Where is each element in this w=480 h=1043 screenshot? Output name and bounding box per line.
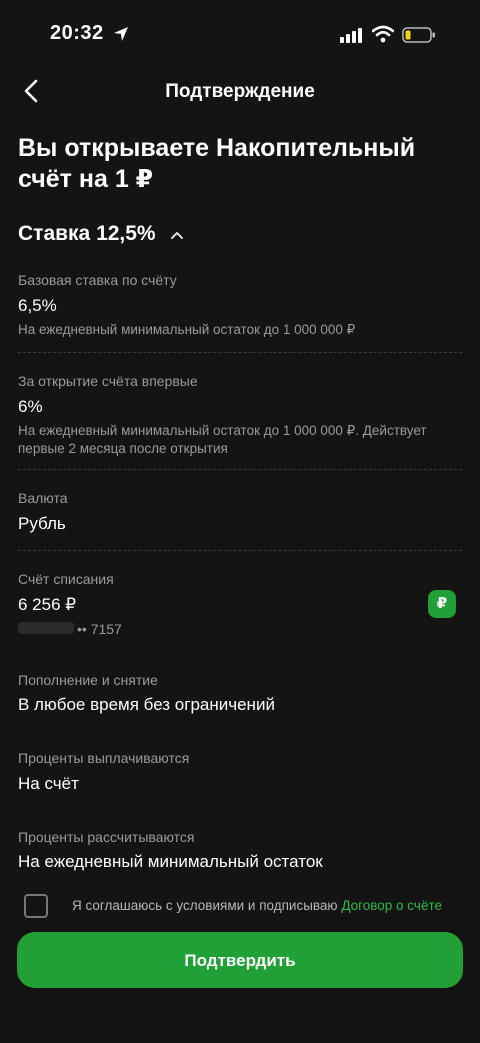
ruble-badge-icon: ₽: [428, 590, 456, 618]
rate-title[interactable]: Ставка 12,5%: [18, 222, 156, 246]
page-title: Подтверждение: [165, 81, 315, 102]
interest-paid-value: На счёт: [18, 774, 79, 793]
consent-label: Я соглашаюсь с условиями и подписываю: [72, 898, 338, 913]
currency-value: Рубль: [18, 514, 66, 533]
interest-calc-label: Проценты рассчитываются: [18, 829, 195, 845]
status-bar: 20:32: [0, 0, 480, 70]
confirm-button[interactable]: Подтвердить: [17, 932, 463, 988]
base-rate-label: Базовая ставка по счёту: [18, 272, 177, 288]
confirmation-heading: Вы открываете Накопительный счёт на 1 ₽: [18, 134, 416, 193]
battery-icon: [402, 27, 435, 43]
debit-account-label: Счёт списания: [18, 571, 114, 587]
first-open-value: 6%: [18, 397, 43, 416]
cellular-signal-icon: [340, 28, 362, 43]
currency-label: Валюта: [18, 490, 68, 506]
debit-account-amount[interactable]: 6 256 ₽: [18, 595, 76, 615]
topup-label: Пополнение и снятие: [18, 672, 158, 688]
interest-calc-value: На ежедневный минимальный остаток: [18, 852, 323, 871]
divider: [18, 352, 462, 353]
consent-checkbox[interactable]: [24, 894, 48, 918]
masked-card-number: [18, 622, 74, 634]
contract-link[interactable]: Договор о счёте: [341, 898, 442, 913]
topup-value: В любое время без ограничений: [18, 695, 275, 714]
base-rate-value: 6,5%: [18, 296, 57, 315]
first-open-hint: На ежедневный минимальный остаток до 1 0…: [18, 423, 427, 456]
card-mask: •• 7157: [77, 621, 122, 637]
divider: [18, 550, 462, 551]
first-open-label: За открытие счёта впервые: [18, 373, 198, 389]
wifi-icon: [372, 25, 394, 43]
consent-text: Я соглашаюсь с условиями и подписываю До…: [72, 898, 442, 913]
divider: [18, 469, 462, 470]
location-arrow-icon: [114, 27, 128, 41]
interest-paid-label: Проценты выплачиваются: [18, 750, 190, 766]
chevron-up-icon[interactable]: [168, 226, 186, 244]
status-time: 20:32: [50, 22, 104, 44]
base-rate-hint: На ежедневный минимальный остаток до 1 0…: [18, 322, 356, 337]
